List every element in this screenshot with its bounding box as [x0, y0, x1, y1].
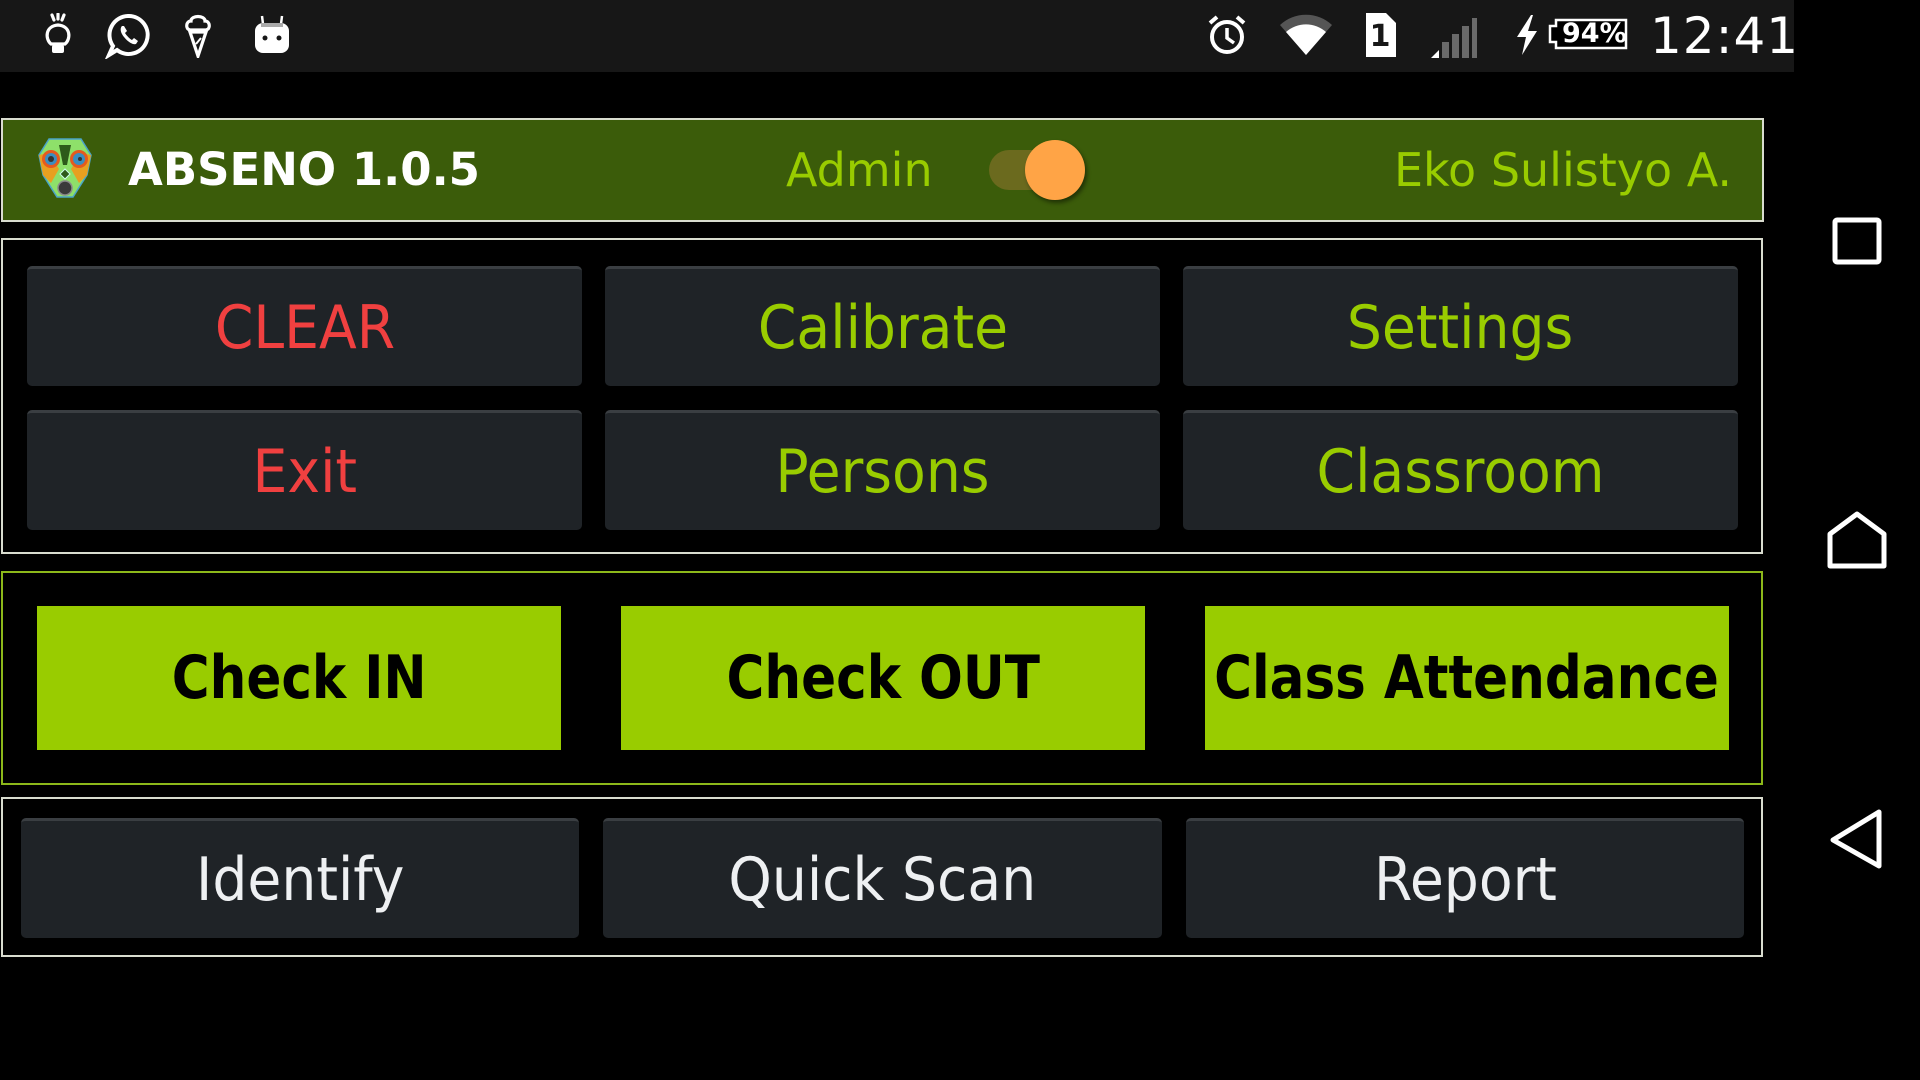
classroom-button-label: Classroom — [1316, 436, 1605, 507]
quick-scan-button-label: Quick Scan — [728, 844, 1037, 915]
ice-cream-icon — [180, 12, 216, 58]
status-bar: 1 94% 12:41 — [0, 0, 1798, 72]
navigation-bar — [1794, 0, 1920, 1080]
sim-number: 1 — [1369, 19, 1391, 54]
class-attendance-button[interactable]: Class Attendance — [1205, 606, 1729, 750]
app-logo-icon — [37, 135, 93, 201]
wifi-icon — [1278, 12, 1334, 58]
quick-scan-button[interactable]: Quick Scan — [603, 818, 1162, 938]
calibrate-button-label: Calibrate — [757, 292, 1008, 363]
back-triangle-icon — [1830, 809, 1882, 869]
tools-panel: Identify Quick Scan Report — [1, 797, 1763, 957]
clear-button[interactable]: CLEAR — [27, 266, 582, 386]
clear-button-label: CLEAR — [214, 292, 395, 363]
calibrate-button[interactable]: Calibrate — [605, 266, 1160, 386]
admin-label: Admin — [786, 143, 933, 197]
recents-button[interactable] — [1824, 208, 1890, 274]
signal-icon — [1428, 12, 1478, 58]
check-out-button-label: Check OUT — [726, 643, 1040, 713]
report-button[interactable]: Report — [1186, 818, 1744, 938]
lightbulb-icon — [38, 12, 78, 58]
back-button[interactable] — [1824, 806, 1890, 872]
classroom-button[interactable]: Classroom — [1183, 410, 1738, 530]
exit-button[interactable]: Exit — [27, 410, 582, 530]
home-icon — [1827, 511, 1887, 569]
charging-icon — [1514, 12, 1540, 58]
class-attendance-button-label: Class Attendance — [1214, 643, 1720, 713]
check-in-button[interactable]: Check IN — [37, 606, 561, 750]
attendance-panel: Check IN Check OUT Class Attendance — [1, 571, 1763, 785]
exit-button-label: Exit — [252, 436, 357, 507]
settings-button[interactable]: Settings — [1183, 266, 1738, 386]
persons-button[interactable]: Persons — [605, 410, 1160, 530]
switch-thumb — [1025, 140, 1085, 200]
whatsapp-icon — [104, 12, 154, 59]
identify-button-label: Identify — [195, 844, 405, 915]
recents-square-icon — [1832, 217, 1882, 265]
battery-percent: 94% — [1562, 18, 1627, 49]
report-button-label: Report — [1373, 844, 1557, 915]
home-button[interactable] — [1824, 506, 1890, 572]
clock-time: 12:41 — [1650, 7, 1800, 65]
admin-actions-panel: CLEAR Calibrate Settings Exit Persons Cl… — [1, 238, 1763, 554]
app-header: ABSENO 1.0.5 Admin Eko Sulistyo A. — [1, 118, 1764, 222]
battery-indicator: 94% — [1548, 14, 1628, 54]
check-out-button[interactable]: Check OUT — [621, 606, 1145, 750]
admin-toggle-switch[interactable] — [987, 140, 1087, 200]
settings-button-label: Settings — [1347, 292, 1574, 363]
android-icon — [252, 12, 292, 58]
check-in-button-label: Check IN — [171, 643, 427, 713]
identify-button[interactable]: Identify — [21, 818, 579, 938]
app-title: ABSENO 1.0.5 — [128, 143, 480, 196]
sim-1-icon: 1 — [1360, 12, 1400, 58]
persons-button-label: Persons — [775, 436, 990, 507]
user-name: Eko Sulistyo A. — [1393, 143, 1732, 197]
alarm-icon — [1204, 12, 1250, 58]
